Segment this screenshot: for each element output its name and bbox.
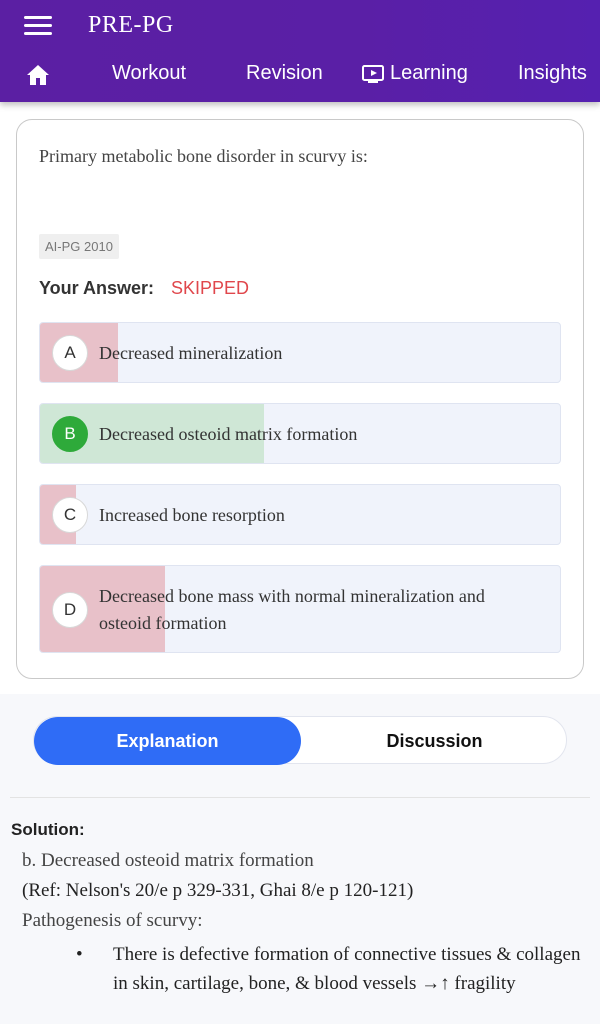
play-screen-icon	[362, 64, 384, 83]
solution-pathogenesis-heading: Pathogenesis of scurvy:	[22, 910, 203, 931]
option-d-text: Decreased bone mass with normal minerali…	[99, 586, 485, 633]
solution-bullet-text: There is defective formation of connecti…	[113, 944, 581, 994]
your-answer-label: Your Answer:	[39, 278, 155, 298]
question-text: Primary metabolic bone disorder in scurv…	[39, 146, 368, 166]
solution-reference: (Ref: Nelson's 20/e p 329-331, Ghai 8/e …	[22, 880, 414, 901]
nav-insights[interactable]: Insights	[518, 62, 587, 85]
your-answer-value: SKIPPED	[171, 278, 250, 298]
option-d-letter: D	[52, 592, 88, 628]
nav-revision[interactable]: Revision	[246, 62, 323, 85]
nav-learning[interactable]: Learning	[362, 62, 468, 85]
solution-title: Solution:	[11, 820, 85, 839]
nav-learning-label: Learning	[390, 62, 468, 84]
explanation-section: Explanation Discussion Solution: b. Decr…	[0, 694, 600, 1024]
tab-explanation[interactable]: Explanation	[34, 717, 301, 765]
option-b-text: Decreased osteoid matrix formation	[99, 424, 358, 444]
option-d[interactable]: D Decreased bone mass with normal minera…	[39, 565, 561, 653]
option-b[interactable]: B Decreased osteoid matrix formation	[39, 403, 561, 464]
hamburger-menu-icon[interactable]	[24, 16, 52, 38]
option-b-letter: B	[52, 416, 88, 452]
exam-tag: AI-PG 2010	[39, 234, 119, 259]
divider	[10, 797, 590, 798]
option-c-text: Increased bone resorption	[99, 505, 285, 525]
app-title: PRE-PG	[88, 12, 174, 38]
question-card: Primary metabolic bone disorder in scurv…	[16, 119, 584, 679]
bullet-dot: •	[76, 944, 83, 965]
explanation-discussion-toggle: Explanation Discussion	[33, 716, 568, 765]
nav-workout[interactable]: Workout	[112, 62, 186, 85]
option-c[interactable]: C Increased bone resorption	[39, 484, 561, 545]
option-a-text: Decreased mineralization	[99, 343, 283, 363]
tab-discussion[interactable]: Discussion	[301, 717, 568, 765]
home-icon[interactable]	[26, 64, 50, 86]
option-c-letter: C	[52, 497, 88, 533]
option-a[interactable]: A Decreased mineralization	[39, 322, 561, 383]
solution-answer: b. Decreased osteoid matrix formation	[22, 850, 314, 871]
option-a-letter: A	[52, 335, 88, 371]
top-nav: Workout Revision Learning Insights	[0, 56, 600, 96]
app-header: PRE-PG Workout Revision Learning Insight…	[0, 0, 600, 102]
your-answer-row: Your Answer: SKIPPED	[39, 278, 249, 299]
